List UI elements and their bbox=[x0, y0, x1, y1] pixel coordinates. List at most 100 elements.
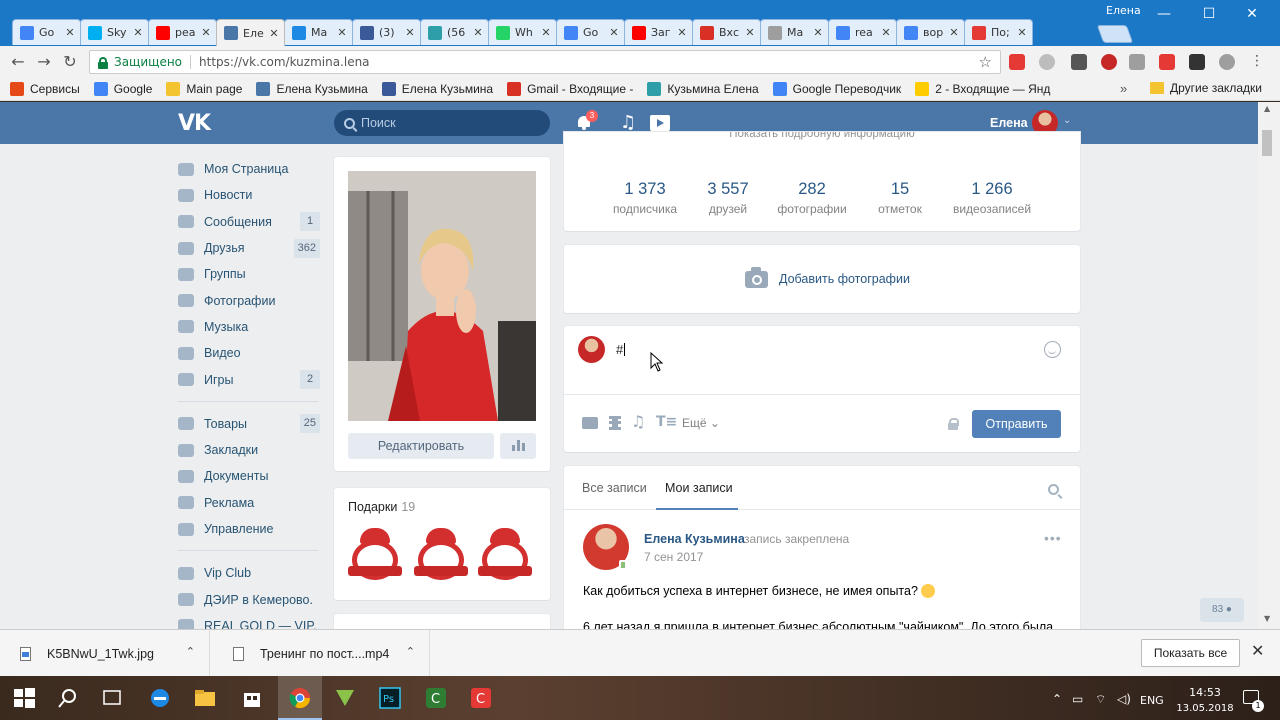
video-play-icon[interactable] bbox=[650, 115, 670, 131]
vk-search-box[interactable] bbox=[334, 110, 550, 136]
sidebar-item[interactable]: Фотографии bbox=[178, 287, 320, 313]
other-bookmarks[interactable]: Другие закладки bbox=[1150, 81, 1262, 95]
sidebar-item[interactable]: Видео bbox=[178, 340, 320, 366]
close-tab-icon[interactable]: ✕ bbox=[336, 26, 348, 39]
bookmark-item[interactable]: Gmail - Входящие - bbox=[507, 81, 633, 96]
browser-tab[interactable]: По; ✕ bbox=[964, 19, 1033, 45]
extension-circle-icon[interactable] bbox=[1039, 54, 1055, 70]
back-icon[interactable]: ← bbox=[8, 52, 28, 71]
bookmark-item[interactable]: Елена Кузьмина bbox=[381, 81, 493, 96]
browser-tab[interactable]: (3) ✕ bbox=[352, 19, 421, 45]
edit-profile-button[interactable]: Редактировать bbox=[348, 433, 494, 459]
close-tab-icon[interactable]: ✕ bbox=[540, 26, 552, 39]
send-post-button[interactable]: Отправить bbox=[972, 410, 1061, 438]
tab-my-posts[interactable]: Мои записи bbox=[665, 481, 733, 495]
minimize-icon[interactable]: — bbox=[1154, 6, 1174, 22]
adblock-icon[interactable] bbox=[1101, 54, 1117, 70]
tab-all-posts[interactable]: Все записи bbox=[582, 481, 647, 495]
task-view-icon[interactable] bbox=[100, 686, 124, 710]
attach-more-button[interactable]: Ещё ⌄ bbox=[682, 416, 720, 430]
bookmark-item[interactable]: Елена Кузьмина bbox=[256, 81, 368, 96]
close-downloads-icon[interactable]: ✕ bbox=[1251, 641, 1264, 661]
bookmark-item[interactable]: 2 - Входящие — Янд bbox=[915, 81, 1050, 96]
bookmark-item[interactable]: Main page bbox=[166, 81, 242, 96]
composer-input[interactable]: # bbox=[616, 342, 626, 357]
browser-tab[interactable]: Ma ✕ bbox=[284, 19, 353, 45]
bookmarks-overflow-icon[interactable]: » bbox=[1120, 81, 1127, 96]
close-tab-icon[interactable]: ✕ bbox=[200, 26, 212, 39]
post-date[interactable]: 7 сен 2017 bbox=[644, 550, 703, 564]
attach-photo-icon[interactable] bbox=[582, 417, 598, 429]
chevron-down-icon[interactable]: ⌄ bbox=[1063, 115, 1071, 126]
close-tab-icon[interactable]: ✕ bbox=[812, 26, 824, 39]
close-tab-icon[interactable]: ✕ bbox=[676, 26, 688, 39]
sidebar-item[interactable]: Документы bbox=[178, 463, 320, 489]
sidebar-item[interactable]: Товары 25 bbox=[178, 411, 320, 437]
post-author-name[interactable]: Елена Кузьмина bbox=[644, 532, 745, 546]
browser-tab[interactable]: pea ✕ bbox=[148, 19, 217, 45]
close-tab-icon[interactable]: ✕ bbox=[268, 27, 280, 40]
vk-search-input[interactable] bbox=[361, 116, 531, 130]
sidebar-item[interactable]: Сообщения 1 bbox=[178, 209, 320, 235]
profile-stat[interactable]: 1 266 видеозаписей bbox=[942, 180, 1042, 216]
new-tab-button[interactable] bbox=[1096, 25, 1134, 43]
keyboard-language[interactable]: ENG bbox=[1140, 694, 1164, 707]
sidebar-item[interactable]: Друзья 362 bbox=[178, 235, 320, 261]
attach-article-icon[interactable]: T≡ bbox=[656, 414, 677, 430]
sidebar-item[interactable]: REAL GOLD — VIP. bbox=[178, 613, 320, 629]
close-tab-icon[interactable]: ✕ bbox=[744, 26, 756, 39]
sidebar-item[interactable]: Игры 2 bbox=[178, 366, 320, 392]
sidebar-item[interactable]: Моя Страница bbox=[178, 156, 320, 182]
browser-tab[interactable]: Go ✕ bbox=[12, 19, 81, 45]
online-friends-badge[interactable]: 83 ● bbox=[1200, 598, 1244, 622]
clock-date[interactable]: 13.05.2018 bbox=[1174, 703, 1236, 714]
profile-photo[interactable] bbox=[348, 171, 536, 421]
download-item[interactable]: Тренинг по пост....mp4 ⌃ bbox=[213, 630, 430, 677]
close-tab-icon[interactable]: ✕ bbox=[948, 26, 960, 39]
add-photos-card[interactable]: Добавить фотографии bbox=[564, 245, 1080, 313]
post-menu-icon[interactable]: ••• bbox=[1044, 530, 1062, 546]
sidebar-item[interactable]: Группы bbox=[178, 261, 320, 287]
sidebar-item[interactable]: Управление bbox=[178, 516, 320, 542]
search-icon[interactable] bbox=[56, 686, 80, 710]
bookmark-item[interactable]: Google Переводчик bbox=[772, 81, 901, 96]
browser-tab[interactable]: (56 ✕ bbox=[420, 19, 489, 45]
browser-tab[interactable]: Ма ✕ bbox=[760, 19, 829, 45]
close-tab-icon[interactable]: ✕ bbox=[608, 26, 620, 39]
vk-logo[interactable]: VK bbox=[178, 111, 211, 136]
browser-tab[interactable]: Вхс ✕ bbox=[692, 19, 761, 45]
sidebar-item[interactable]: Закладки bbox=[178, 437, 320, 463]
gift-item[interactable] bbox=[412, 526, 470, 586]
address-bar[interactable]: Защищено https://vk.com/kuzmina.lena ☆ bbox=[89, 50, 1001, 74]
browser-tab[interactable]: rea ✕ bbox=[828, 19, 897, 45]
shield-icon[interactable] bbox=[1129, 54, 1145, 70]
extension-badge-icon[interactable] bbox=[1071, 54, 1087, 70]
photoshop-icon[interactable]: Ps bbox=[378, 686, 402, 710]
sidebar-item[interactable]: Музыка bbox=[178, 314, 320, 340]
vk-username[interactable]: Елена bbox=[990, 116, 1028, 130]
browser-tab[interactable]: вор ✕ bbox=[896, 19, 965, 45]
close-tab-icon[interactable]: ✕ bbox=[1016, 26, 1028, 39]
scroll-thumb[interactable] bbox=[1262, 130, 1272, 156]
statistics-button[interactable] bbox=[500, 433, 536, 459]
clock-time[interactable]: 14:53 bbox=[1178, 686, 1232, 699]
app-icon[interactable] bbox=[333, 686, 357, 710]
extension-notification-icon[interactable] bbox=[1009, 54, 1025, 70]
attach-video-icon[interactable] bbox=[609, 416, 621, 430]
store-icon[interactable] bbox=[240, 686, 264, 710]
download-item[interactable]: K5BNwU_1Twk.jpg ⌃ bbox=[0, 630, 210, 677]
camtasia-red-icon[interactable]: C bbox=[469, 686, 493, 710]
browser-tab[interactable]: Заг ✕ bbox=[624, 19, 693, 45]
chevron-up-icon[interactable]: ⌃ bbox=[406, 645, 415, 658]
reload-icon[interactable]: ↻ bbox=[60, 52, 80, 71]
windows-start-icon[interactable] bbox=[12, 686, 36, 710]
forward-icon[interactable]: → bbox=[34, 52, 54, 71]
page-scrollbar[interactable]: ▲ ▼ bbox=[1258, 102, 1280, 629]
gifts-title[interactable]: Подарки 19 bbox=[348, 500, 415, 514]
music-icon[interactable]: ♫ bbox=[620, 112, 636, 133]
sidebar-item[interactable]: Vip Club bbox=[178, 560, 320, 586]
close-tab-icon[interactable]: ✕ bbox=[880, 26, 892, 39]
power-icon[interactable]: ▭ bbox=[1072, 692, 1083, 706]
browser-tab[interactable]: Sky ✕ bbox=[80, 19, 149, 45]
maximize-icon[interactable]: ☐ bbox=[1199, 6, 1219, 22]
